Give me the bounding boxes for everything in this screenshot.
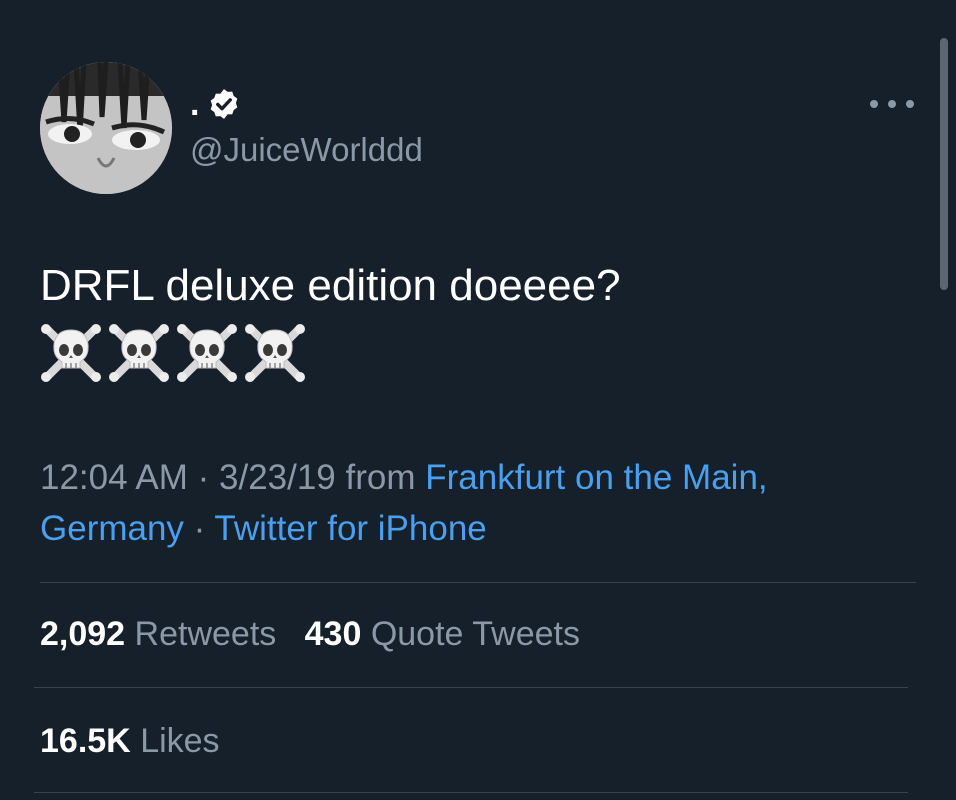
author-name-row[interactable]: .	[190, 82, 241, 126]
source-link[interactable]: Twitter for iPhone	[214, 509, 486, 548]
likes-count: 16.5K	[40, 722, 131, 760]
tweet-text: DRFL deluxe edition doeeee?	[40, 261, 621, 310]
retweets-label: Retweets	[134, 615, 277, 653]
retweets-stat[interactable]: 2,092 Retweets	[40, 615, 276, 653]
tweet-date[interactable]: 3/23/19	[219, 458, 336, 497]
emoji-row	[40, 320, 306, 384]
skull-crossbones-icon	[245, 324, 305, 382]
meta-separator: ·	[187, 458, 219, 497]
skull-crossbones-icon	[109, 324, 169, 382]
tweet-meta: 12:04 AM · 3/23/19 from Frankfurt on the…	[40, 452, 920, 554]
quote-tweets-label: Quote Tweets	[370, 615, 580, 653]
avatar-image	[40, 62, 172, 194]
display-name[interactable]: .	[190, 82, 199, 126]
skull-crossbones-icon	[177, 324, 237, 382]
retweets-count: 2,092	[40, 615, 126, 653]
quote-tweets-count: 430	[304, 615, 362, 653]
divider	[34, 687, 908, 688]
meta-separator: ·	[183, 509, 215, 548]
divider	[40, 582, 916, 583]
more-options-icon[interactable]	[870, 92, 914, 116]
from-label: from	[345, 458, 416, 497]
engagement-stats: 2,092 Retweets 430 Quote Tweets	[40, 612, 580, 656]
scrollbar[interactable]	[940, 38, 948, 290]
quote-tweets-stat[interactable]: 430 Quote Tweets	[305, 615, 580, 653]
likes-label: Likes	[140, 722, 220, 760]
likes-stat[interactable]: 16.5K Likes	[40, 719, 220, 763]
skull-crossbones-icon	[41, 324, 101, 382]
divider	[34, 792, 908, 793]
user-handle[interactable]: @JuiceWorlddd	[190, 128, 423, 172]
avatar[interactable]	[40, 62, 172, 194]
verified-badge-icon	[211, 89, 238, 119]
tweet-time[interactable]: 12:04 AM	[40, 458, 188, 497]
